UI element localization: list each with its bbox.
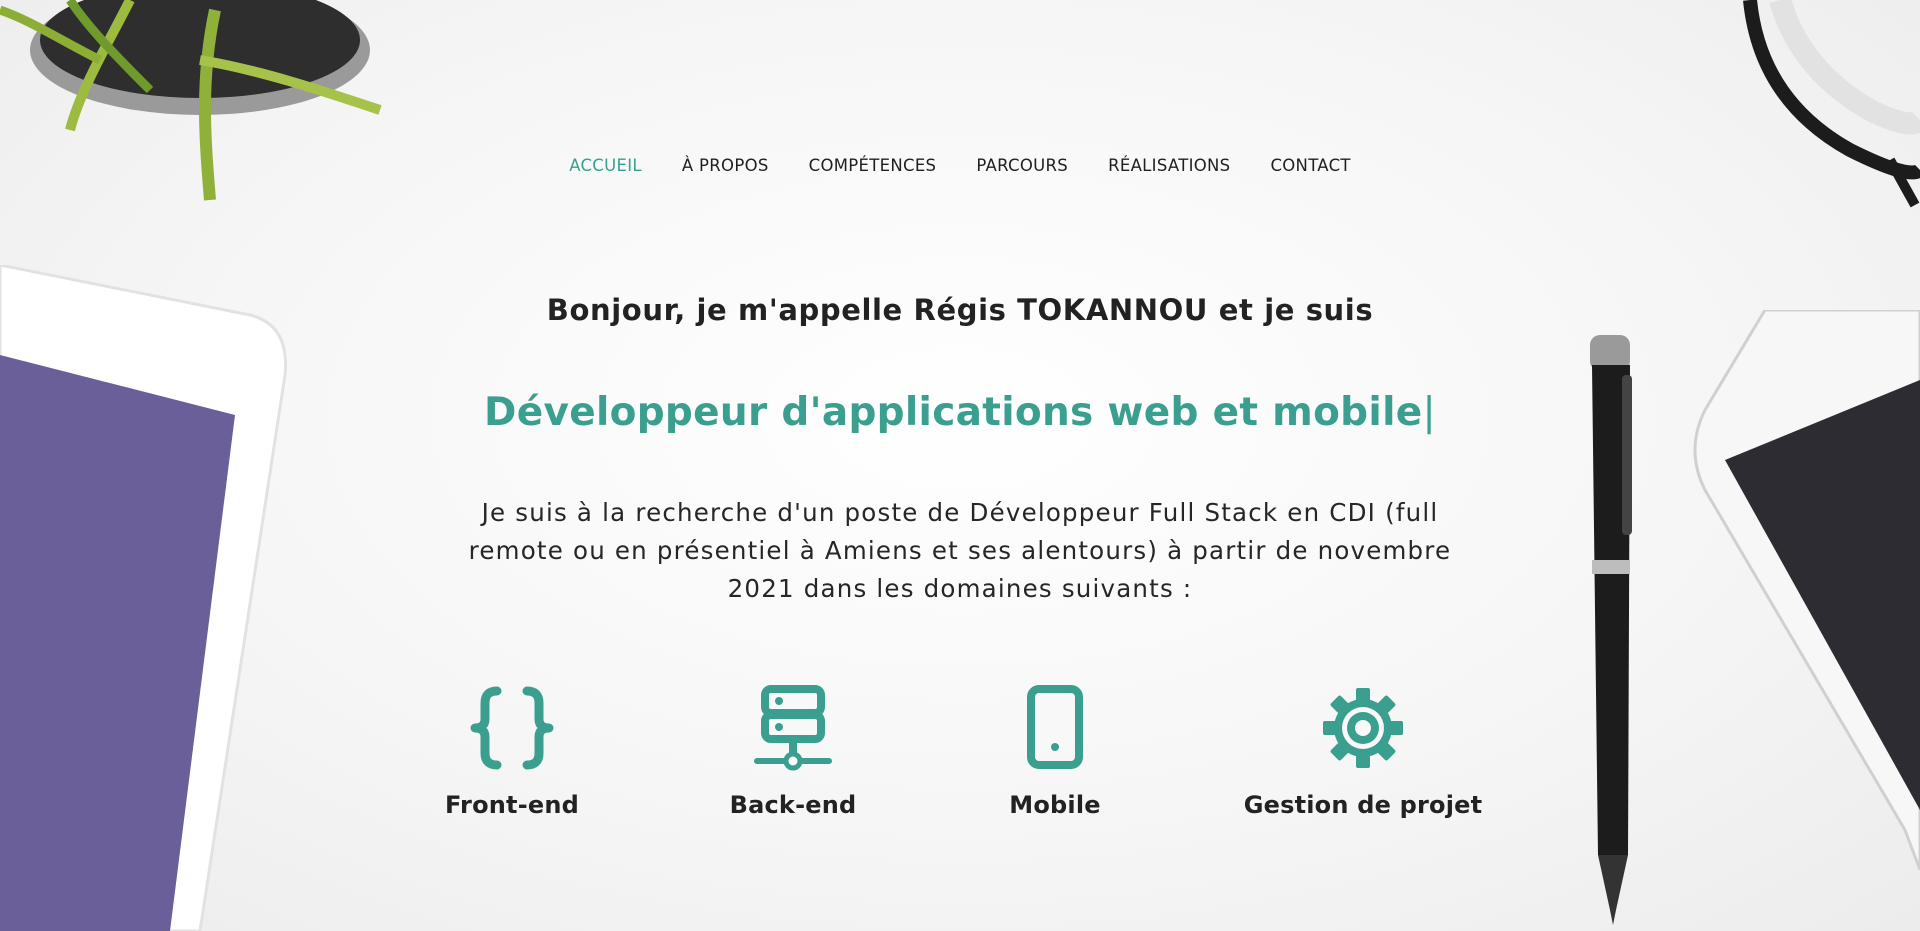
typing-caret: | <box>1422 390 1436 435</box>
intro-line-2: remote ou en présentiel à Amiens et ses … <box>468 536 1452 565</box>
skill-gestion-de-projet: Gestion de projet <box>1233 685 1493 819</box>
plant-decoration <box>0 0 382 201</box>
hero-intro: Je suis à la recherche d'un poste de Dév… <box>450 494 1470 608</box>
nav-a-propos[interactable]: À PROPOS <box>662 150 789 181</box>
intro-line-1: Je suis à la recherche d'un poste de Dév… <box>481 498 1439 527</box>
hero-role: Développeur d'applications web et mobile… <box>0 390 1920 435</box>
skill-label: Gestion de projet <box>1243 791 1483 819</box>
nav-competences[interactable]: COMPÉTENCES <box>789 150 957 181</box>
hero-greeting: Bonjour, je m'appelle Régis TOKANNOU et … <box>546 293 1374 327</box>
skill-mobile: Mobile <box>925 685 1185 819</box>
nav-accueil[interactable]: ACCUEIL <box>549 150 662 181</box>
gear-icon <box>1323 688 1403 768</box>
hero-role-text: Développeur d'applications web et mobile <box>484 390 1423 435</box>
nav-contact[interactable]: CONTACT <box>1250 150 1370 181</box>
skill-front-end: Front-end <box>382 685 642 819</box>
mobile-phone-icon <box>1027 685 1083 769</box>
skill-label: Mobile <box>1009 791 1101 819</box>
nav-realisations[interactable]: RÉALISATIONS <box>1088 150 1250 181</box>
intro-line-3: 2021 dans les domaines suivants : <box>727 574 1193 603</box>
skill-label: Back-end <box>729 791 857 819</box>
code-braces-icon <box>470 686 554 770</box>
skill-back-end: Back-end <box>663 685 923 819</box>
skills-row: Front-end Back-end Mobile Gestion de pro… <box>0 685 1920 835</box>
server-icon <box>754 685 832 771</box>
skill-label: Front-end <box>444 791 580 819</box>
main-navigation: ACCUEIL À PROPOS COMPÉTENCES PARCOURS RÉ… <box>0 150 1920 181</box>
nav-parcours[interactable]: PARCOURS <box>956 150 1088 181</box>
